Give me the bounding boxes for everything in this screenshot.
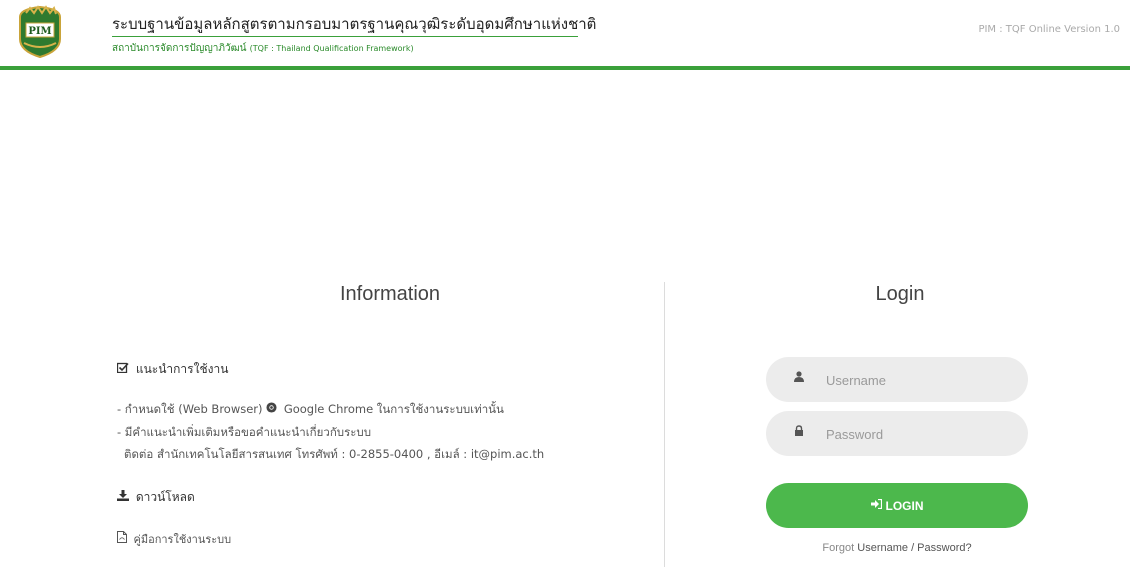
usage-guide-label: แนะนำการใช้งาน	[135, 362, 229, 376]
username-input[interactable]	[824, 357, 1018, 404]
pim-logo: PIM	[16, 5, 64, 59]
version-label: PIM : TQF Online Version 1.0	[978, 24, 1120, 35]
institution-name: สถาบันการจัดการปัญญาภิวัฒน์	[112, 43, 247, 54]
user-manual-label[interactable]: คู่มือการใช้งานระบบ	[134, 533, 232, 546]
column-divider	[664, 282, 665, 567]
logo-text: PIM	[28, 26, 51, 37]
lock-icon	[794, 425, 804, 439]
guide-line-1b: Google Chrome ในการใช้งานระบบเท่านั้น	[283, 402, 504, 416]
forgot-credentials-link[interactable]: Username / Password?	[857, 542, 971, 554]
header: PIM ระบบฐานข้อมูลหลักสูตรตามกรอบมาตรฐานค…	[0, 0, 1130, 66]
guide-line-contact-intro: - มีคำแนะนำเพิ่มเติมหรือขอคำแนะนำเกี่ยวก…	[117, 425, 372, 439]
user-icon	[794, 371, 804, 385]
forgot-credentials: Forgot Username / Password?	[766, 542, 1028, 554]
guide-line-1a: - กำหนดใช้ (Web Browser)	[117, 402, 267, 416]
usage-guide-title: แนะนำการใช้งาน	[116, 360, 229, 379]
login-button-label[interactable]: LOGIN	[886, 499, 924, 513]
forgot-prefix: Forgot	[822, 542, 858, 554]
password-input[interactable]	[824, 411, 1018, 458]
user-manual-link[interactable]: คู่มือการใช้งานระบบ	[117, 530, 231, 548]
tqf-label: (TQF : Thailand Qualification Framework)	[249, 44, 414, 53]
username-field[interactable]	[766, 357, 1028, 404]
sign-in-icon	[870, 498, 882, 512]
download-title: ดาวน์โหลด	[117, 488, 195, 507]
system-title: ระบบฐานข้อมูลหลักสูตรตามกรอบมาตรฐานคุณวุ…	[112, 15, 597, 33]
institution-subtitle: สถาบันการจัดการปัญญาภิวัฒน์ (TQF : Thail…	[112, 41, 414, 56]
guide-line-contact: ติดต่อ สำนักเทคโนโลยีสารสนเทศ โทรศัพท์ :…	[124, 447, 545, 461]
download-label: ดาวน์โหลด	[135, 490, 195, 504]
password-field[interactable]	[766, 411, 1028, 458]
check-square-icon	[116, 362, 129, 376]
pim-crest-icon: PIM	[19, 5, 61, 59]
information-heading: Information	[339, 283, 441, 305]
pdf-file-icon	[117, 531, 127, 546]
header-divider	[0, 66, 1130, 70]
title-underline	[112, 36, 578, 37]
download-icon	[117, 490, 129, 504]
chrome-icon	[266, 402, 277, 416]
login-heading: Login	[875, 283, 925, 305]
guide-line-browser: - กำหนดใช้ (Web Browser) Google Chrome ใ…	[117, 401, 504, 419]
login-button[interactable]: LOGIN	[766, 483, 1028, 528]
